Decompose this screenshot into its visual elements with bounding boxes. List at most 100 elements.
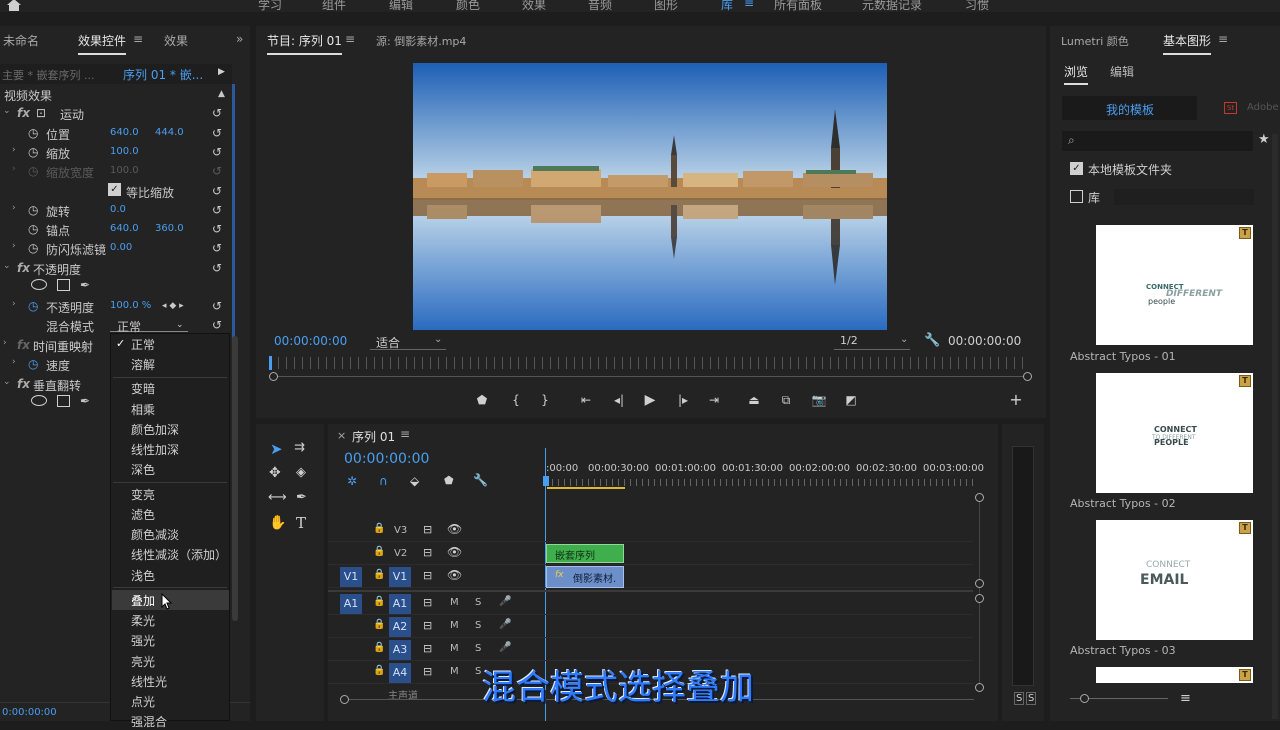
scale-value[interactable]: 100.0 [110,146,139,157]
hand-tool-icon[interactable]: ✋ [269,515,286,531]
my-templates-tab[interactable]: 我的模板 [1062,96,1197,120]
template-thumbnail-02[interactable]: T CONNECT TO DIFFERENT PEOPLE [1096,373,1253,493]
reset-icon[interactable]: ↺ [212,203,226,217]
zoom-handle-left[interactable] [269,372,278,381]
fx-icon[interactable]: fx [17,261,30,275]
adobe-stock-icon[interactable]: St [1224,102,1237,114]
type-tool-icon[interactable]: T [296,514,306,532]
reset-icon[interactable]: ↺ [212,126,226,140]
ellipse-mask-icon[interactable] [31,395,47,406]
vscroll-handle-mid[interactable] [975,579,984,588]
tab-essential-graphics[interactable]: 基本图形 [1163,32,1212,55]
lock-icon[interactable]: 🔒 [373,642,385,653]
template-thumbnail-03[interactable]: T CONNECT EMAIL [1096,520,1253,640]
keyframe-nav-icon[interactable]: ◂ ◆ ▸ [162,301,184,311]
lock-icon[interactable]: 🔒 [373,619,385,630]
workspace-assembly[interactable]: 组件 [322,0,346,13]
go-to-out-icon[interactable]: ⇥ [706,392,722,408]
local-folder-checkbox[interactable]: ✓ [1070,162,1083,175]
close-icon[interactable]: × [337,429,346,442]
opacity-value[interactable]: 100.0 % [110,300,151,311]
ripple-edit-tool-icon[interactable]: ✥ [269,465,281,481]
mute-button[interactable]: M [450,620,459,631]
eye-icon[interactable]: 👁 [447,545,462,559]
template-thumbnail-04[interactable]: T [1096,667,1253,683]
go-to-in-icon[interactable]: ⇤ [578,392,594,408]
timeline-marker-icon[interactable]: ⬟ [444,474,454,487]
chevron-down-icon[interactable]: ⌄ [900,334,908,345]
comparison-view-icon[interactable]: ◩ [843,392,859,408]
lock-icon[interactable]: 🔒 [373,546,385,557]
reset-icon[interactable]: ↺ [212,241,226,255]
workspace-learning[interactable]: 学习 [258,0,282,13]
workspace-editing[interactable]: 编辑 [389,0,413,13]
rotation-value[interactable]: 0.0 [110,204,126,215]
blend-option-vivid-light[interactable]: 亮光 [131,653,155,670]
blend-option-overlay[interactable]: 叠加 [131,592,155,609]
timeline-timecode[interactable]: 00:00:00:00 [344,451,429,467]
panel-menu-icon[interactable]: ≡ [1218,32,1228,46]
expand-chevron-icon[interactable]: › [12,241,16,251]
extract-icon[interactable]: ⧉ [778,392,794,408]
step-back-icon[interactable]: ◂| [611,392,627,408]
mute-button[interactable]: M [450,597,459,608]
stopwatch-icon[interactable]: ◷ [28,145,38,159]
workspace-metadata[interactable]: 元数据记录 [862,0,922,13]
tab-unnamed[interactable]: 未命名 [3,32,39,49]
reset-icon[interactable]: ↺ [212,261,226,275]
pen-mask-icon[interactable]: ✒ [80,278,90,292]
reset-icon[interactable]: ↺ [212,145,226,159]
template-scrollbar[interactable] [1272,134,1278,719]
solo-button[interactable]: S [475,666,481,677]
vscroll-handle-top[interactable] [975,493,984,502]
star-icon[interactable]: ★ [1258,132,1270,147]
solo-left-button[interactable]: S [1014,692,1025,705]
clip-nested-sequence[interactable]: 嵌套序列 [546,544,624,563]
solo-button[interactable]: S [475,620,481,631]
mark-out-icon[interactable]: } [537,392,553,408]
expand-panels-icon[interactable]: » [236,32,243,46]
pen-tool-icon[interactable]: ✒ [296,490,307,505]
stopwatch-icon[interactable]: ◷ [28,299,38,313]
mark-in-icon[interactable]: { [508,392,524,408]
reset-icon[interactable]: ↺ [212,164,226,178]
tab-source-monitor[interactable]: 源: 倒影素材.mp4 [376,33,466,49]
workspace-libraries[interactable]: 库 [721,0,733,13]
mute-button[interactable]: M [450,666,459,677]
hscroll-handle-left[interactable] [340,695,349,704]
blend-option-screen[interactable]: 滤色 [131,506,155,523]
track-label-v1[interactable]: V1 [389,567,411,587]
position-x-value[interactable]: 640.0 [110,127,139,138]
reset-icon[interactable]: ↺ [212,222,226,236]
fx-icon[interactable]: fx [17,338,30,352]
workspace-menu-icon[interactable]: ≡ [744,0,754,10]
play-only-icon[interactable]: ▶ [218,67,225,77]
track-label-v3[interactable]: V3 [394,525,407,536]
template-search-input[interactable]: ⌕ [1062,131,1253,151]
blend-option-normal[interactable]: 正常 [131,336,155,353]
track-label-a4[interactable]: A4 [389,663,411,683]
timeline-ruler[interactable]: :00:00 00:00:30:00 00:01:00:00 00:01:30:… [546,460,984,490]
solo-button[interactable]: S [475,643,481,654]
monitor-playhead[interactable] [269,356,272,370]
chevron-down-icon[interactable]: ⌄ [434,334,442,345]
snap-icon[interactable]: ✲ [347,474,357,488]
sync-lock-icon[interactable]: ⊟ [423,642,432,655]
workspace-effects[interactable]: 效果 [522,0,546,13]
sync-lock-icon[interactable]: ⊟ [423,665,432,678]
expand-chevron-icon[interactable]: ⌄ [3,106,11,116]
blend-option-dissolve[interactable]: 溶解 [131,356,155,373]
stopwatch-icon[interactable]: ◷ [28,241,38,255]
expand-chevron-icon[interactable]: › [12,203,16,213]
resolution-dropdown[interactable]: 1/2 [840,334,858,347]
blend-option-linear-light[interactable]: 线性光 [131,673,167,690]
mute-button[interactable]: M [450,643,459,654]
rectangle-mask-icon[interactable] [57,395,70,407]
track-select-tool-icon[interactable]: ⇉ [294,440,305,455]
vscroll-handle-audio[interactable] [975,594,984,603]
blend-option-darker-color[interactable]: 深色 [131,461,155,478]
playhead-handle[interactable] [543,476,549,486]
track-label-v2[interactable]: V2 [394,548,407,559]
selection-tool-icon[interactable]: ➤ [270,440,283,458]
video-preview[interactable] [413,63,887,330]
